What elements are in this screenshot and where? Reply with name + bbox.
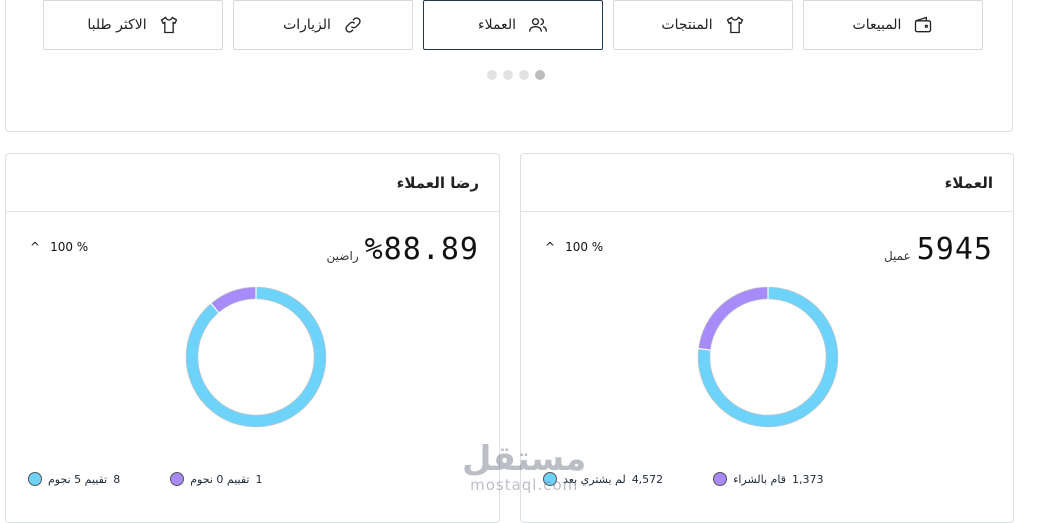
tshirt-icon: [726, 16, 743, 34]
tab-label: الزيارات: [283, 17, 331, 33]
legend-swatch: [713, 472, 728, 486]
legend-item: قام بالشراء 1,373: [713, 472, 823, 486]
chevron-up-icon: ^: [30, 240, 41, 254]
kpi-unit: راضين: [326, 249, 359, 263]
change-value: 100 %: [50, 240, 89, 254]
legend-swatch: [543, 472, 557, 486]
tshirt-icon: [160, 16, 177, 34]
report-tabs-panel: المبيعات المنتجات العملاء الزيارات الاكث…: [5, 0, 1013, 132]
tab-label: المبيعات: [852, 17, 902, 33]
legend-count: 1: [255, 472, 263, 486]
tab-sales[interactable]: المبيعات: [803, 0, 983, 50]
card-title: العملاء: [521, 154, 1013, 212]
users-icon: [528, 18, 547, 32]
change-indicator: ^ 100 %: [30, 240, 88, 254]
satisfaction-donut-chart: [185, 286, 327, 428]
legend-label: تقييم 0 نجوم: [190, 472, 250, 486]
legend-item: تقييم 5 نجوم 8: [28, 472, 120, 486]
tab-label: الاكثر طلبا: [87, 17, 147, 33]
legend-swatch: [170, 472, 185, 486]
donut-slice-1: [699, 287, 768, 350]
card-title: رضا العملاء: [6, 154, 499, 212]
chart-legend: لم يشتري بعد 4,572 قام بالشراء 1,373: [543, 472, 823, 486]
carousel-dot[interactable]: [503, 70, 513, 80]
tab-visits[interactable]: الزيارات: [233, 0, 413, 50]
kpi-value: %88.89: [364, 232, 479, 267]
kpi-value: 5945: [916, 232, 993, 267]
donut-slice-0: [186, 287, 326, 427]
tab-most-requested[interactable]: الاكثر طلبا: [43, 0, 223, 50]
customers-kpi: 5945 عميل: [884, 232, 993, 267]
satisfaction-card: رضا العملاء %88.89 راضين ^ 100 % تقييم 5…: [5, 153, 500, 523]
legend-swatch: [28, 472, 42, 486]
chart-legend: تقييم 5 نجوم 8 تقييم 0 نجوم 1: [28, 472, 263, 486]
legend-label: تقييم 5 نجوم: [48, 472, 108, 486]
link-icon: [345, 17, 361, 33]
carousel-dot[interactable]: [535, 70, 545, 80]
carousel-dot[interactable]: [519, 70, 529, 80]
legend-label: قام بالشراء: [733, 472, 786, 486]
carousel-dot[interactable]: [487, 70, 497, 80]
customers-card: العملاء 5945 عميل ^ 100 % لم يشتري بعد 4…: [520, 153, 1014, 523]
legend-item: لم يشتري بعد 4,572: [543, 472, 663, 486]
legend-label: لم يشتري بعد: [563, 472, 626, 486]
carousel-dots: [487, 70, 545, 80]
wallet-icon: [915, 16, 932, 33]
tab-label: العملاء: [478, 17, 516, 33]
tab-customers[interactable]: العملاء: [423, 0, 603, 50]
customers-donut-chart: [697, 286, 839, 428]
chevron-up-icon: ^: [545, 240, 556, 254]
legend-item: تقييم 0 نجوم 1: [170, 472, 263, 486]
kpi-unit: عميل: [883, 249, 911, 263]
tab-label: المنتجات: [661, 17, 713, 33]
tab-products[interactable]: المنتجات: [613, 0, 793, 50]
legend-count: 1,373: [791, 472, 824, 486]
change-value: 100 %: [565, 240, 604, 254]
satisfaction-kpi: %88.89 راضين: [327, 232, 479, 267]
legend-count: 4,572: [631, 472, 664, 486]
donut-slice-1: [211, 287, 256, 312]
change-indicator: ^ 100 %: [545, 240, 603, 254]
legend-count: 8: [113, 472, 121, 486]
